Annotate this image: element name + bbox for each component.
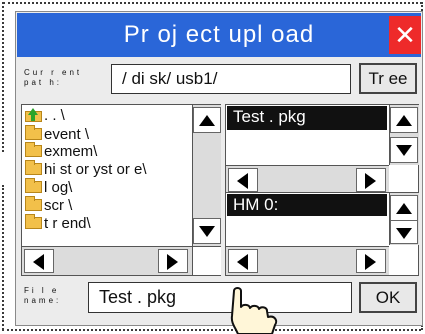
tree-vertical-scrollbar[interactable] <box>192 105 221 246</box>
tree-item-event[interactable]: event \ <box>25 125 89 143</box>
tree-horizontal-scrollbar[interactable] <box>22 246 192 275</box>
folder-icon <box>25 160 42 175</box>
arrow-right-icon <box>167 254 178 270</box>
arrow-up-icon <box>396 115 412 126</box>
arrow-left-icon <box>33 254 44 270</box>
device-scroll-left-button[interactable] <box>228 249 258 273</box>
folder-icon <box>25 125 42 140</box>
title-bar: Pr oj ect upl oad ✕ <box>17 13 421 57</box>
arrow-down-icon <box>396 228 412 239</box>
tree-item-historystore[interactable]: hi st or yst or e\ <box>25 160 147 178</box>
folder-icon <box>25 214 42 229</box>
device-scroll-down-button[interactable] <box>390 220 418 244</box>
pointing-hand-icon <box>230 287 278 334</box>
dialog-title: Pr oj ect upl oad <box>123 21 315 48</box>
tree-item-parent[interactable]: . . \ <box>25 108 65 124</box>
arrow-down-icon <box>199 226 215 237</box>
current-path-label: Cur r ent pat h: <box>24 68 83 87</box>
folder-tree: . . \ event \ exmem\ hi st or yst or e\ … <box>21 104 221 276</box>
file-list-vertical-scrollbar[interactable] <box>389 105 419 165</box>
arrow-left-icon <box>237 173 248 189</box>
dotted-frame-left-top <box>2 2 4 152</box>
tree-scroll-up-button[interactable] <box>193 107 221 133</box>
file-list-selected-item[interactable]: Test . pkg <box>227 106 387 130</box>
file-list-horizontal-scrollbar[interactable] <box>226 165 389 195</box>
dotted-frame-bottom <box>2 329 421 331</box>
file-scroll-left-button[interactable] <box>228 168 258 192</box>
project-upload-dialog: Pr oj ect upl oad ✕ Cur r ent pat h: / d… <box>15 11 423 326</box>
tree-scroll-down-button[interactable] <box>193 218 221 244</box>
folder-icon <box>25 142 42 157</box>
ok-button[interactable]: OK <box>359 282 417 313</box>
tree-item-trend[interactable]: t r end\ <box>25 214 91 232</box>
folder-icon <box>25 196 42 211</box>
folder-icon <box>25 178 42 193</box>
tree-item-log[interactable]: l og\ <box>25 178 72 196</box>
file-name-label: Fi l e name: <box>24 286 62 305</box>
tree-item-scr[interactable]: scr \ <box>25 196 72 214</box>
arrow-right-icon <box>365 254 376 270</box>
scroll-corner <box>192 246 221 275</box>
device-list-selected-item[interactable]: HM 0: <box>227 194 387 216</box>
tree-button[interactable]: Tr ee <box>359 63 417 94</box>
device-list-vertical-scrollbar[interactable] <box>389 193 419 245</box>
arrow-left-icon <box>237 254 248 270</box>
file-scroll-down-button[interactable] <box>390 137 418 163</box>
file-name-field[interactable]: Test . pkg <box>88 282 352 313</box>
arrow-right-icon <box>365 173 376 189</box>
tree-item-exmem[interactable]: exmem\ <box>25 142 97 160</box>
current-path-field[interactable]: / di sk/ usb1/ <box>111 64 351 94</box>
file-list: Test . pkg <box>225 104 419 196</box>
dotted-frame-left-bottom <box>2 185 4 330</box>
device-scroll-right-button[interactable] <box>356 249 386 273</box>
arrow-up-icon <box>199 115 215 126</box>
arrow-down-icon <box>396 145 412 156</box>
device-list-horizontal-scrollbar[interactable] <box>226 246 389 275</box>
arrow-up-icon <box>396 203 412 214</box>
file-scroll-right-button[interactable] <box>356 168 386 192</box>
device-scroll-up-button[interactable] <box>390 195 418 221</box>
up-folder-icon <box>25 108 42 122</box>
file-scroll-up-button[interactable] <box>390 107 418 133</box>
tree-scroll-right-button[interactable] <box>158 249 188 273</box>
device-list: HM 0: <box>225 192 419 276</box>
tree-scroll-left-button[interactable] <box>24 249 54 273</box>
close-icon[interactable]: ✕ <box>389 16 421 54</box>
dotted-frame-top <box>3 2 422 4</box>
